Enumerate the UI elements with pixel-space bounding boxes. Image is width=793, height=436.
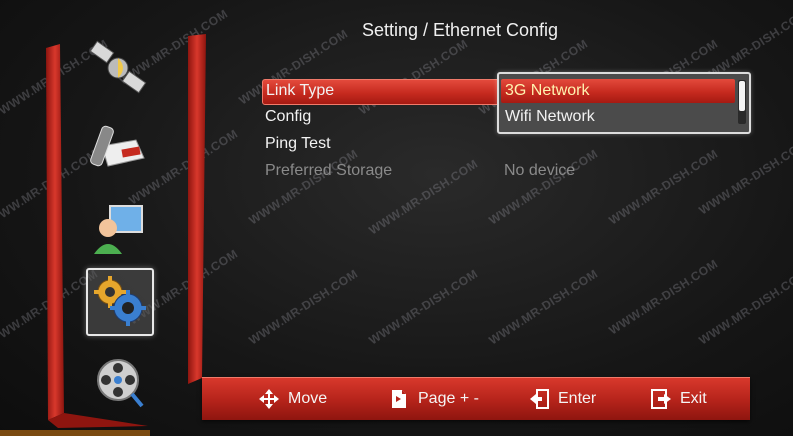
hint-label: Move xyxy=(288,390,328,407)
page-title: Setting / Ethernet Config xyxy=(361,20,559,40)
exit-icon xyxy=(651,389,671,409)
hint-page: Page + - xyxy=(388,378,479,420)
menu-item-label: Preferred Storage xyxy=(265,162,393,179)
menu-item-label: Ping Test xyxy=(265,135,331,152)
sidebar-item-user[interactable] xyxy=(88,198,152,262)
hint-label: Enter xyxy=(558,390,597,407)
sidebar-item-media[interactable] xyxy=(88,350,152,414)
bottom-hint-bar: Move Page + - Enter Exit xyxy=(202,377,750,420)
sidebar-item-channels[interactable] xyxy=(88,118,152,182)
sidebar-item-settings[interactable] xyxy=(86,268,154,336)
menu-item-value: No device xyxy=(504,162,576,179)
gears-icon xyxy=(94,276,146,326)
menu-item-ping-test[interactable]: Ping Test xyxy=(262,133,732,157)
menu-item-label: Config xyxy=(265,108,312,125)
user-computer-icon xyxy=(94,205,143,254)
hint-move: Move xyxy=(258,378,327,420)
dropdown-option-wifi[interactable]: Wifi Network xyxy=(501,105,735,129)
dropdown-scrollbar[interactable] xyxy=(738,80,746,124)
link-type-dropdown[interactable]: 3G Network Wifi Network xyxy=(497,72,751,134)
enter-icon xyxy=(530,389,549,409)
hint-label: Page + - xyxy=(418,390,479,407)
film-reel-icon xyxy=(97,359,144,408)
hint-enter: Enter xyxy=(528,378,596,420)
bottom-edge-strip xyxy=(0,430,150,436)
menu-item-preferred-storage: Preferred Storage No device xyxy=(262,160,732,184)
tv-remote-icon xyxy=(90,125,145,167)
dropdown-option-3g[interactable]: 3G Network xyxy=(501,79,735,103)
hint-exit: Exit xyxy=(650,378,707,420)
menu-item-label: Link Type xyxy=(266,82,335,99)
sidebar-item-installation[interactable] xyxy=(88,38,152,102)
move-arrows-icon xyxy=(259,389,279,409)
page-icon xyxy=(392,390,406,408)
satellite-icon xyxy=(89,40,147,94)
sidebar xyxy=(38,28,208,428)
hint-label: Exit xyxy=(680,390,707,407)
scrollbar-thumb[interactable] xyxy=(739,81,745,111)
